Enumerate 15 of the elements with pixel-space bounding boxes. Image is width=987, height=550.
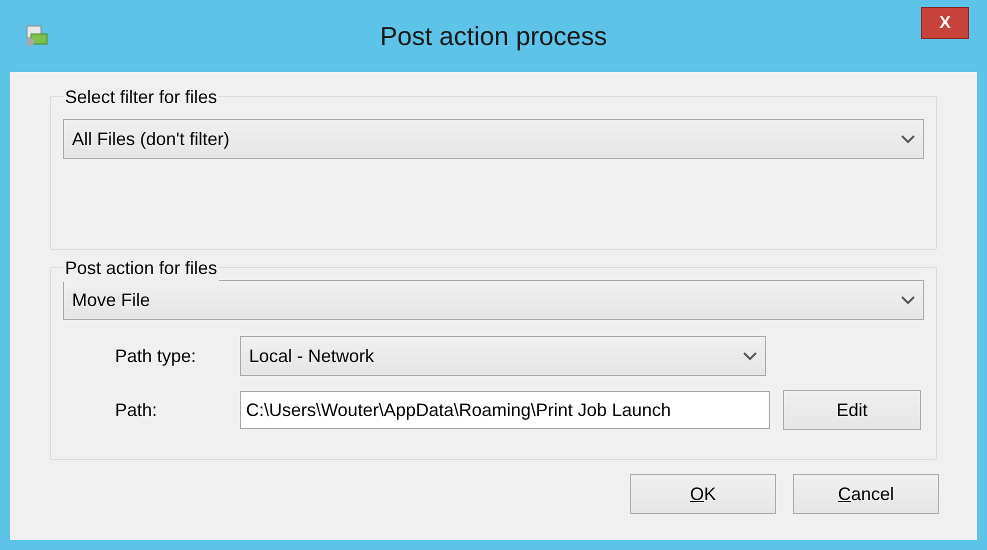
path-field[interactable]: C:\Users\Wouter\AppData\Roaming\Print Job Launch bbox=[240, 391, 770, 429]
dialog-button[interactable]: Cancel bbox=[793, 474, 939, 514]
chevron-down-icon bbox=[743, 352, 757, 360]
field-label: Path: bbox=[114, 398, 158, 422]
dropdown[interactable]: All Files (don't filter) bbox=[63, 119, 924, 159]
window-title: Post action process bbox=[380, 20, 607, 52]
app-icon bbox=[24, 24, 50, 48]
chevron-down-icon bbox=[901, 134, 915, 144]
dialog-button[interactable]: Edit bbox=[783, 390, 921, 430]
chevron-down-icon bbox=[901, 296, 915, 304]
dropdown[interactable]: Move File bbox=[63, 280, 924, 320]
dropdown[interactable]: Local - Network bbox=[240, 336, 766, 376]
field-label: Path type: bbox=[114, 344, 198, 368]
dialog-button[interactable]: OK bbox=[630, 474, 776, 514]
close-button[interactable]: X bbox=[921, 7, 969, 39]
